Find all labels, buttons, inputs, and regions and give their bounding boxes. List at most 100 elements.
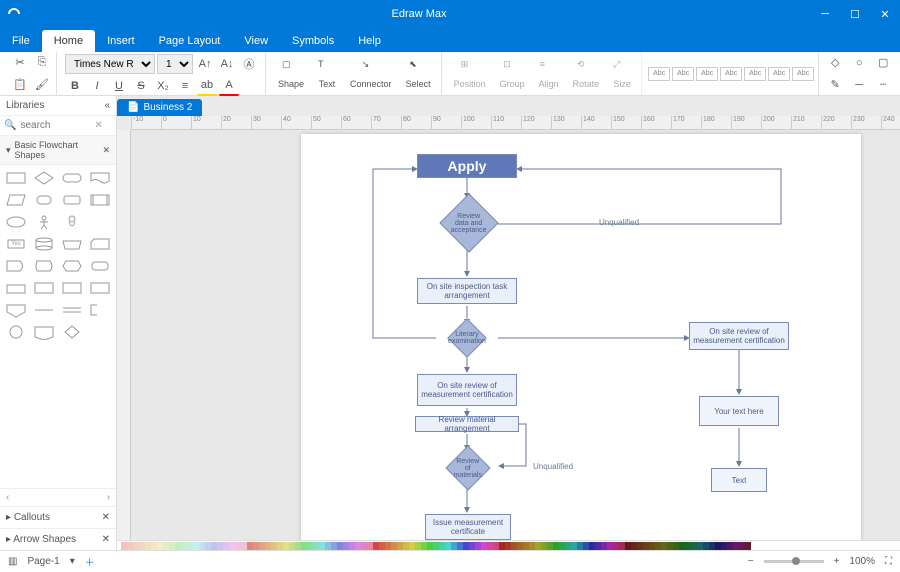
shape-blank2[interactable] <box>88 323 112 341</box>
shape-circle[interactable] <box>4 323 28 341</box>
node-measure[interactable]: On site review of measurement certificat… <box>689 322 789 350</box>
align-tool[interactable]: ≡Align <box>533 57 565 91</box>
quick-style-1[interactable]: Abc <box>648 67 670 81</box>
arrow-shapes-section[interactable]: ▸ Arrow Shapes✕ <box>0 528 116 550</box>
node-your-text[interactable]: Your text here <box>699 396 779 426</box>
close-button[interactable]: ✕ <box>870 0 900 28</box>
minimize-button[interactable]: ─ <box>810 0 840 28</box>
paste-button[interactable]: 📋 <box>10 75 30 95</box>
menu-page-layout[interactable]: Page Layout <box>147 30 233 52</box>
menu-home[interactable]: Home <box>42 30 95 52</box>
rotate-tool[interactable]: ⟲Rotate <box>567 57 606 91</box>
shape-blank[interactable] <box>88 213 112 231</box>
node-review-cert[interactable]: On site review of measurement certificat… <box>417 374 517 406</box>
highlight-button[interactable]: ab <box>197 76 217 96</box>
position-tool[interactable]: ⊞Position <box>448 57 492 91</box>
shadow-button[interactable]: ▢ <box>873 53 893 73</box>
menu-symbols[interactable]: Symbols <box>280 30 346 52</box>
shape-process[interactable] <box>4 169 28 187</box>
pen-button[interactable]: ✎ <box>825 75 845 95</box>
text-tool[interactable]: TText <box>312 57 342 91</box>
canvas-tab[interactable]: 📄 Business 2 <box>117 99 202 116</box>
quick-style-2[interactable]: Abc <box>672 67 694 81</box>
fill-button[interactable]: ◇ <box>825 53 845 73</box>
search-clear-icon[interactable]: ✕ <box>94 120 102 131</box>
shape-rect3[interactable] <box>60 279 84 297</box>
shape-tool[interactable]: ▢Shape <box>272 57 310 91</box>
cut-button[interactable]: ✂ <box>10 53 30 73</box>
shape-terminator[interactable] <box>60 169 84 187</box>
quick-style-4[interactable]: Abc <box>720 67 742 81</box>
shape-ellipse[interactable] <box>4 213 28 231</box>
node-literary[interactable]: Literary examination <box>447 318 487 358</box>
shape-prep[interactable] <box>88 257 112 275</box>
font-color-button[interactable]: A <box>219 76 239 96</box>
collapse-libraries-icon[interactable]: « <box>104 100 110 111</box>
format-painter-button[interactable]: 🖌 <box>32 75 52 95</box>
callouts-section[interactable]: ▸ Callouts✕ <box>0 506 116 528</box>
menu-view[interactable]: View <box>232 30 280 52</box>
zoom-out-button[interactable]: − <box>748 556 754 567</box>
maximize-button[interactable]: ☐ <box>840 0 870 28</box>
dash-button[interactable]: ┄ <box>873 75 893 95</box>
bullet-button[interactable]: ≡ <box>175 76 195 96</box>
fit-page-button[interactable]: ⛶ <box>885 556 892 567</box>
search-input[interactable] <box>20 120 90 131</box>
shape-rect2[interactable] <box>32 279 56 297</box>
quick-style-7[interactable]: Abc <box>792 67 814 81</box>
clear-format-button[interactable]: Ⓐ <box>239 54 259 74</box>
shape-line1[interactable] <box>32 301 56 319</box>
color-palette[interactable] <box>117 540 900 550</box>
shape-double[interactable] <box>88 191 112 209</box>
shape-prev[interactable]: ‹ <box>6 492 9 503</box>
pages-icon[interactable]: ▥ <box>8 556 17 567</box>
shape-stored[interactable] <box>32 191 56 209</box>
add-page-button[interactable]: ＋ <box>85 554 95 569</box>
zoom-slider[interactable] <box>764 560 824 563</box>
shape-pentagon[interactable] <box>32 323 56 341</box>
connector-tool[interactable]: ↘Connector <box>344 57 398 91</box>
decrease-font-button[interactable]: A↓ <box>217 54 237 74</box>
line-button[interactable]: ○ <box>849 53 869 73</box>
shape-display[interactable] <box>32 257 56 275</box>
menu-help[interactable]: Help <box>346 30 393 52</box>
shape-rounded[interactable] <box>60 191 84 209</box>
shape-yes[interactable]: Yes <box>4 235 28 253</box>
underline-button[interactable]: U <box>109 76 129 96</box>
italic-button[interactable]: I <box>87 76 107 96</box>
shape-tape[interactable] <box>4 279 28 297</box>
shape-decision[interactable] <box>32 169 56 187</box>
increase-font-button[interactable]: A↑ <box>195 54 215 74</box>
node-issue[interactable]: Issue measurement certificate <box>425 514 511 540</box>
shape-document[interactable] <box>88 169 112 187</box>
shape-rect4[interactable] <box>88 279 112 297</box>
shape-cylinder[interactable] <box>32 235 56 253</box>
node-review-materials[interactable]: Review of materials <box>445 445 490 490</box>
group-tool[interactable]: ⊡Group <box>494 57 531 91</box>
shape-person[interactable] <box>32 213 56 231</box>
page[interactable]: Apply Review data and acceptance Unquali… <box>301 134 861 540</box>
shape-actor[interactable] <box>60 213 84 231</box>
copy-button[interactable]: ⎘ <box>32 53 52 73</box>
shapes-section-head[interactable]: ▾Basic Flowchart Shapes✕ <box>0 136 116 165</box>
size-tool[interactable]: ⤢Size <box>607 57 637 91</box>
node-text[interactable]: Text <box>711 468 767 492</box>
menu-insert[interactable]: Insert <box>95 30 147 52</box>
shape-next[interactable]: › <box>107 492 110 503</box>
node-material-arrangement[interactable]: Review material arrangement <box>415 416 519 432</box>
quick-style-5[interactable]: Abc <box>744 67 766 81</box>
node-apply[interactable]: Apply <box>417 154 517 178</box>
node-review[interactable]: Review data and acceptance <box>439 193 498 252</box>
line2-button[interactable]: ─ <box>849 75 869 95</box>
quick-style-3[interactable]: Abc <box>696 67 718 81</box>
menu-file[interactable]: File <box>0 30 42 52</box>
shape-line2[interactable] <box>60 301 84 319</box>
shape-manual[interactable] <box>60 235 84 253</box>
shape-delay[interactable] <box>4 257 28 275</box>
shape-data[interactable] <box>4 191 28 209</box>
shape-loop[interactable] <box>60 257 84 275</box>
shape-diamond2[interactable] <box>60 323 84 341</box>
bold-button[interactable]: B <box>65 76 85 96</box>
strike-button[interactable]: S <box>131 76 151 96</box>
font-size-select[interactable]: 10 <box>157 54 193 74</box>
